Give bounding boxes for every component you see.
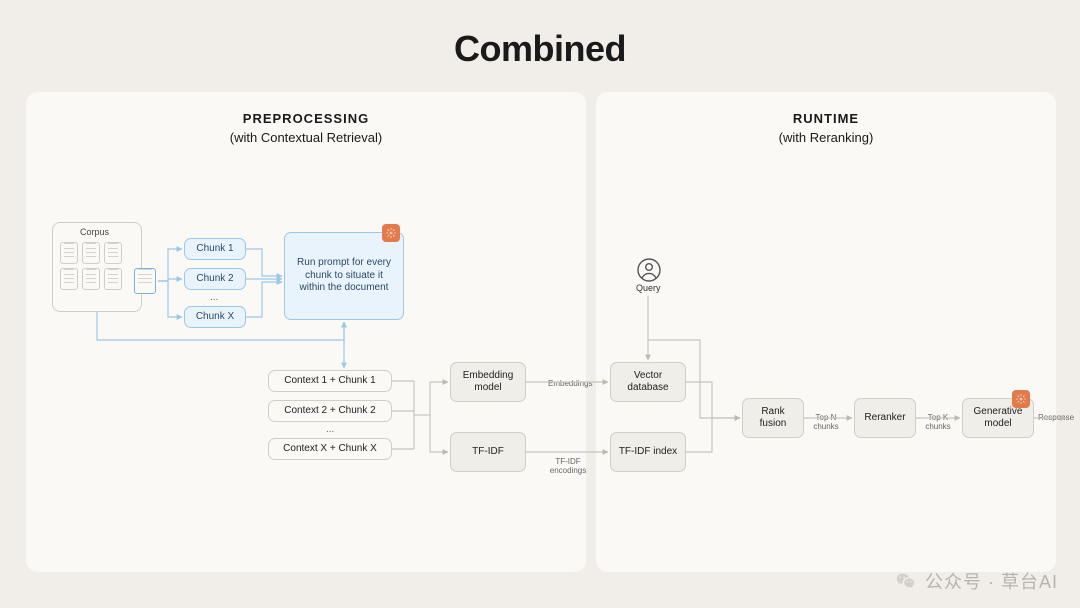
panel-sub-left: (with Contextual Retrieval)	[26, 129, 586, 148]
tfidf-index: TF-IDF index	[610, 432, 686, 472]
panel-heading-right: RUNTIME (with Reranking)	[596, 92, 1056, 148]
chunk-2: Chunk 2	[184, 268, 246, 290]
reranker: Reranker	[854, 398, 916, 438]
watermark: 公众号 · 草台AI	[895, 568, 1058, 594]
context-ellipsis: ...	[326, 424, 334, 435]
panel-heading-text: PREPROCESSING	[243, 111, 369, 126]
chunk-x: Chunk X	[184, 306, 246, 328]
panel-preprocessing: PREPROCESSING (with Contextual Retrieval…	[26, 92, 586, 572]
doc-icon	[104, 268, 122, 290]
context-x: Context X + Chunk X	[268, 438, 392, 460]
page-title: Combined	[0, 0, 1080, 70]
panel-sub-right: (with Reranking)	[596, 129, 1056, 148]
label-embeddings: Embeddings	[548, 380, 592, 389]
watermark-text: 公众号 · 草台AI	[925, 568, 1058, 594]
doc-icon	[82, 268, 100, 290]
doc-icon	[60, 268, 78, 290]
panel-heading-left: PREPROCESSING (with Contextual Retrieval…	[26, 92, 586, 148]
doc-active-icon	[134, 268, 156, 294]
doc-icon	[82, 242, 100, 264]
label-tfidf-enc: TF-IDF encodings	[548, 458, 588, 476]
corpus-label: Corpus	[80, 227, 109, 237]
context-2: Context 2 + Chunk 2	[268, 400, 392, 422]
chunk-1: Chunk 1	[184, 238, 246, 260]
doc-icon	[60, 242, 78, 264]
vector-db: Vector database	[610, 362, 686, 402]
chunk-ellipsis: ...	[210, 292, 218, 303]
query-label: Query	[636, 284, 661, 294]
claude-icon	[382, 224, 400, 242]
label-topn: Top N chunks	[810, 414, 842, 432]
doc-icon	[104, 242, 122, 264]
context-1: Context 1 + Chunk 1	[268, 370, 392, 392]
panel-heading-text: RUNTIME	[793, 111, 859, 126]
wechat-icon	[895, 570, 917, 592]
label-response: Response	[1038, 414, 1074, 423]
prompt-box: Run prompt for every chunk to situate it…	[284, 232, 404, 320]
claude-icon	[1012, 390, 1030, 408]
embedding-model: Embedding model	[450, 362, 526, 402]
rank-fusion: Rank fusion	[742, 398, 804, 438]
panel-runtime: RUNTIME (with Reranking)	[596, 92, 1056, 572]
tfidf: TF-IDF	[450, 432, 526, 472]
label-topk: Top K chunks	[922, 414, 954, 432]
